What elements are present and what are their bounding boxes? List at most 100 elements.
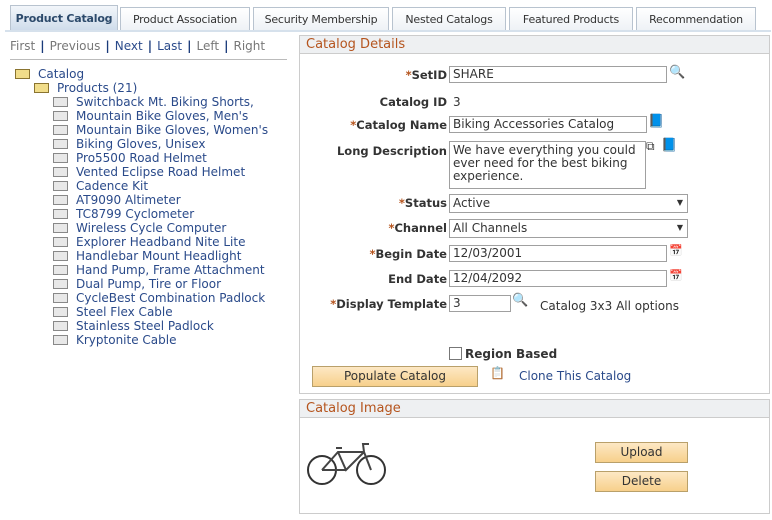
catalog-name-label: *Catalog Name xyxy=(350,118,447,132)
nav-last[interactable]: Last xyxy=(157,39,182,53)
lookup-icon[interactable]: 🔍 xyxy=(669,65,685,80)
tab-divider xyxy=(5,30,771,32)
open-folder-icon xyxy=(34,83,49,93)
folder-icon xyxy=(53,279,68,289)
tree-node-product[interactable]: Wireless Cycle Computer xyxy=(15,221,290,235)
panel-title: Catalog Details xyxy=(300,36,769,54)
tab-security-membership[interactable]: Security Membership xyxy=(253,7,389,30)
spellcheck-icon[interactable]: 📘 xyxy=(648,114,664,129)
tree-label[interactable]: Explorer Headband Nite Lite xyxy=(76,235,245,249)
display-template-description: Catalog 3x3 All options xyxy=(540,299,679,313)
folder-icon xyxy=(53,265,68,275)
tree-node-products[interactable]: Products (21) xyxy=(15,81,290,95)
tree-label[interactable]: Wireless Cycle Computer xyxy=(76,221,226,235)
tree-node-product[interactable]: TC8799 Cyclometer xyxy=(15,207,290,221)
calendar-icon[interactable]: 📅 xyxy=(669,269,683,282)
calendar-icon[interactable]: 📅 xyxy=(669,244,683,257)
lookup-icon[interactable]: 🔍 xyxy=(512,293,528,308)
folder-icon xyxy=(53,97,68,107)
tree-node-product[interactable]: Kryptonite Cable xyxy=(15,333,290,347)
setid-label: *SetID xyxy=(405,68,447,82)
folder-icon xyxy=(53,335,68,345)
tab-product-association[interactable]: Product Association xyxy=(120,7,250,30)
begin-date-input[interactable]: 12/03/2001 xyxy=(449,245,667,262)
tree-node-product[interactable]: Cadence Kit xyxy=(15,179,290,193)
region-based-label: Region Based xyxy=(465,347,558,361)
tree-label[interactable]: Mountain Bike Gloves, Women's xyxy=(76,123,268,137)
long-description-label: Long Description xyxy=(336,144,447,158)
tab-featured-products[interactable]: Featured Products xyxy=(509,7,633,30)
setid-input[interactable]: SHARE xyxy=(449,66,667,83)
tree-node-product[interactable]: Explorer Headband Nite Lite xyxy=(15,235,290,249)
populate-catalog-button[interactable]: Populate Catalog xyxy=(312,366,478,387)
tree-label[interactable]: Products (21) xyxy=(57,81,137,95)
tree-node-product[interactable]: Steel Flex Cable xyxy=(15,305,290,319)
tree-node-product[interactable]: Stainless Steel Padlock xyxy=(15,319,290,333)
nav-right: Right xyxy=(233,39,266,53)
tree-label[interactable]: Hand Pump, Frame Attachment xyxy=(76,263,265,277)
tree-node-product[interactable]: Dual Pump, Tire or Floor xyxy=(15,277,290,291)
tab-nested-catalogs[interactable]: Nested Catalogs xyxy=(392,7,506,30)
divider xyxy=(10,59,287,60)
tree-label[interactable]: TC8799 Cyclometer xyxy=(76,207,194,221)
tree-node-product[interactable]: Hand Pump, Frame Attachment xyxy=(15,263,290,277)
tree-node-product[interactable]: Pro5500 Road Helmet xyxy=(15,151,290,165)
tree-label[interactable]: Vented Eclipse Road Helmet xyxy=(76,165,245,179)
end-date-input[interactable]: 12/04/2092 xyxy=(449,270,667,287)
clone-icon[interactable]: 📋 xyxy=(490,366,505,380)
tab-recommendation[interactable]: Recommendation xyxy=(636,7,756,30)
tree-label[interactable]: Catalog xyxy=(38,67,84,81)
panel-title: Catalog Image xyxy=(300,400,769,418)
tree-node-product[interactable]: AT9090 Altimeter xyxy=(15,193,290,207)
tree-node-product[interactable]: Switchback Mt. Biking Shorts, xyxy=(15,95,290,109)
delete-button[interactable]: Delete xyxy=(595,471,688,492)
tree-node-product[interactable]: Mountain Bike Gloves, Women's xyxy=(15,123,290,137)
catalog-details-panel: Catalog Details xyxy=(299,35,770,394)
region-based-checkbox[interactable] xyxy=(449,347,462,360)
spellcheck-icon[interactable]: 📘 xyxy=(661,138,677,153)
status-label: *Status xyxy=(398,196,447,210)
bicycle-image xyxy=(307,443,386,485)
status-select[interactable]: Active xyxy=(449,194,688,213)
display-template-label: *Display Template xyxy=(330,297,447,311)
tree-node-product[interactable]: CycleBest Combination Padlock xyxy=(15,291,290,305)
tree-label[interactable]: Switchback Mt. Biking Shorts, xyxy=(76,95,254,109)
tree-label[interactable]: Mountain Bike Gloves, Men's xyxy=(76,109,248,123)
folder-icon xyxy=(53,209,68,219)
upload-button[interactable]: Upload xyxy=(595,442,688,463)
folder-icon xyxy=(53,195,68,205)
tree-label[interactable]: AT9090 Altimeter xyxy=(76,193,181,207)
tree-label[interactable]: Handlebar Mount Headlight xyxy=(76,249,241,263)
clone-catalog-link[interactable]: Clone This Catalog xyxy=(519,369,631,383)
tree-node-product[interactable]: Mountain Bike Gloves, Men's xyxy=(15,109,290,123)
folder-icon xyxy=(53,223,68,233)
tab-product-catalog[interactable]: Product Catalog xyxy=(10,5,118,30)
nav-next[interactable]: Next xyxy=(115,39,143,53)
nav-first: First xyxy=(10,39,36,53)
tree-node-product[interactable]: Biking Gloves, Unisex xyxy=(15,137,290,151)
tree-label[interactable]: Stainless Steel Padlock xyxy=(76,319,214,333)
long-description-textarea[interactable]: We have everything you could ever need f… xyxy=(449,141,646,189)
tree-label[interactable]: Pro5500 Road Helmet xyxy=(76,151,207,165)
folder-icon xyxy=(53,139,68,149)
tree-label[interactable]: Cadence Kit xyxy=(76,179,148,193)
nav-previous: Previous xyxy=(49,39,101,53)
tree-label[interactable]: Dual Pump, Tire or Floor xyxy=(76,277,221,291)
catalog-id-value: 3 xyxy=(453,95,461,109)
end-date-label: End Date xyxy=(388,272,447,286)
open-folder-icon xyxy=(15,69,30,79)
tree-label[interactable]: Kryptonite Cable xyxy=(76,333,176,347)
catalog-name-input[interactable]: Biking Accessories Catalog xyxy=(449,116,647,133)
tree-label[interactable]: Steel Flex Cable xyxy=(76,305,173,319)
tree-label[interactable]: CycleBest Combination Padlock xyxy=(76,291,265,305)
begin-date-label: *Begin Date xyxy=(369,247,447,261)
tree-node-catalog[interactable]: Catalog xyxy=(15,67,290,81)
tree-node-product[interactable]: Handlebar Mount Headlight xyxy=(15,249,290,263)
folder-icon xyxy=(53,181,68,191)
tree-label[interactable]: Biking Gloves, Unisex xyxy=(76,137,205,151)
tree-navigation: First | Previous | Next | Last | Left | Right xyxy=(10,39,266,53)
expand-icon[interactable]: ⧉ xyxy=(646,139,655,154)
display-template-input[interactable]: 3 xyxy=(449,295,511,312)
tree-node-product[interactable]: Vented Eclipse Road Helmet xyxy=(15,165,290,179)
channel-select[interactable]: All Channels xyxy=(449,219,688,238)
